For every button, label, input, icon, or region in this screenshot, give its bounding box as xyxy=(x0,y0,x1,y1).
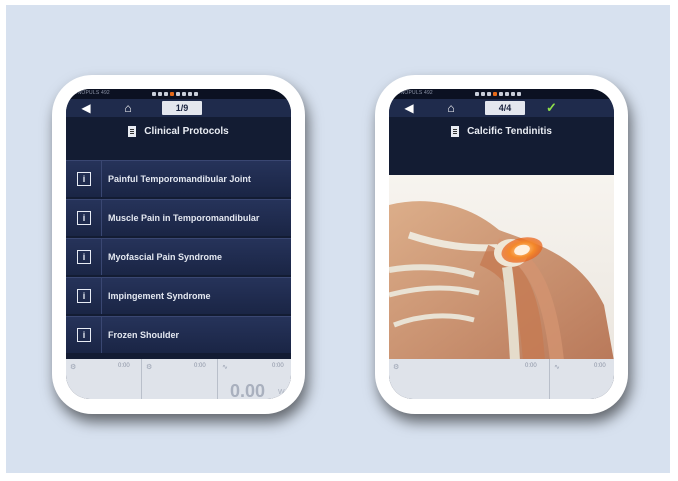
home-button[interactable]: ⌂ xyxy=(118,100,138,116)
page-title: Calcific Tendinitis xyxy=(467,125,552,137)
info-icon: i xyxy=(77,211,91,225)
home-icon: ⌂ xyxy=(447,101,455,115)
channel-1-cell[interactable]: ⚙ 0:00 xyxy=(389,359,550,399)
brand-label: SONOPULS 492 xyxy=(70,90,110,96)
back-button[interactable]: ◀ xyxy=(399,100,419,116)
protocol-item[interactable]: i Frozen Shoulder xyxy=(66,316,291,353)
page-indicator: 4/4 xyxy=(485,101,525,115)
status-bar: SONOPULS 492 xyxy=(389,89,614,99)
probe-icon: ⚙ xyxy=(146,364,153,371)
protocol-list: i Painful Temporomandibular Joint i Musc… xyxy=(66,160,291,355)
probe-icon: ⚙ xyxy=(393,364,400,371)
channel-1-cell[interactable]: ⚙ 0:00 xyxy=(66,359,142,399)
ultrasound-icon: ∿ xyxy=(222,364,228,371)
back-button[interactable]: ◀ xyxy=(76,100,96,116)
info-button[interactable]: i xyxy=(66,278,102,314)
protocol-item[interactable]: i Impingement Syndrome xyxy=(66,277,291,314)
title-bar: Calcific Tendinitis xyxy=(389,117,614,145)
protocol-label: Painful Temporomandibular Joint xyxy=(108,174,251,184)
info-button[interactable]: i xyxy=(66,317,102,353)
info-icon: i xyxy=(77,172,91,186)
protocol-label: Impingement Syndrome xyxy=(108,291,211,301)
nav-bar: ◀ ⌂ 1/9 xyxy=(66,99,291,117)
home-icon: ⌂ xyxy=(124,101,132,115)
power-value: 0.00 xyxy=(230,381,266,399)
ultrasound-icon: ∿ xyxy=(554,364,560,371)
info-button[interactable]: i xyxy=(66,239,102,275)
timer-value: 0:00 xyxy=(594,363,606,369)
back-arrow-icon: ◀ xyxy=(81,101,91,115)
screen-right: SONOPULS 492 ◀ ⌂ 4/4 ✓ Calcific Tendinit… xyxy=(389,89,614,399)
channel-2-cell[interactable]: ∿ 0:00 xyxy=(550,359,614,399)
protocol-item[interactable]: i Muscle Pain in Temporomandibular xyxy=(66,199,291,236)
channel-2-cell[interactable]: ⚙ 0:00 xyxy=(142,359,218,399)
parameter-bar: ⚙ 0:00 ∿ 0:00 xyxy=(389,359,614,399)
info-icon: i xyxy=(77,289,91,303)
info-icon: i xyxy=(77,250,91,264)
page-indicator: 1/9 xyxy=(162,101,202,115)
protocol-label: Myofascial Pain Syndrome xyxy=(108,252,223,262)
nav-bar: ◀ ⌂ 4/4 ✓ xyxy=(389,99,614,117)
background-panel: SONOPULS 492 ◀ ⌂ 1/9 Clinical Protocols xyxy=(6,5,670,473)
timer-value: 0:00 xyxy=(118,363,130,369)
info-icon: i xyxy=(77,328,91,342)
protocol-label: Frozen Shoulder xyxy=(108,330,180,340)
confirm-check-icon[interactable]: ✓ xyxy=(546,99,557,117)
timer-value: 0:00 xyxy=(272,363,284,369)
protocol-item[interactable]: i Painful Temporomandibular Joint xyxy=(66,160,291,197)
page-title: Clinical Protocols xyxy=(144,125,229,137)
timer-value: 0:00 xyxy=(525,363,537,369)
info-button[interactable]: i xyxy=(66,161,102,197)
brand-label: SONOPULS 492 xyxy=(393,90,433,96)
screen-left: SONOPULS 492 ◀ ⌂ 1/9 Clinical Protocols xyxy=(66,89,291,399)
status-bar: SONOPULS 492 xyxy=(66,89,291,99)
probe-icon: ⚙ xyxy=(70,364,77,371)
info-button[interactable]: i xyxy=(66,200,102,236)
page-dots xyxy=(475,92,521,96)
protocol-label: Muscle Pain in Temporomandibular xyxy=(108,213,260,223)
page-dots xyxy=(152,92,198,96)
shoulder-illustration xyxy=(389,175,614,361)
back-arrow-icon: ◀ xyxy=(404,101,414,115)
power-unit: W xyxy=(278,389,285,396)
document-icon xyxy=(128,125,137,137)
title-bar: Clinical Protocols xyxy=(66,117,291,145)
timer-value: 0:00 xyxy=(194,363,206,369)
device-right: SONOPULS 492 ◀ ⌂ 4/4 ✓ Calcific Tendinit… xyxy=(375,75,628,414)
home-button[interactable]: ⌂ xyxy=(441,100,461,116)
device-left: SONOPULS 492 ◀ ⌂ 1/9 Clinical Protocols xyxy=(52,75,305,414)
document-icon xyxy=(451,125,460,137)
shoulder-anatomy-image xyxy=(389,175,614,361)
protocol-item[interactable]: i Myofascial Pain Syndrome xyxy=(66,238,291,275)
parameter-bar: ⚙ 0:00 ⚙ 0:00 ∿ 0:00 0.00 W xyxy=(66,359,291,399)
